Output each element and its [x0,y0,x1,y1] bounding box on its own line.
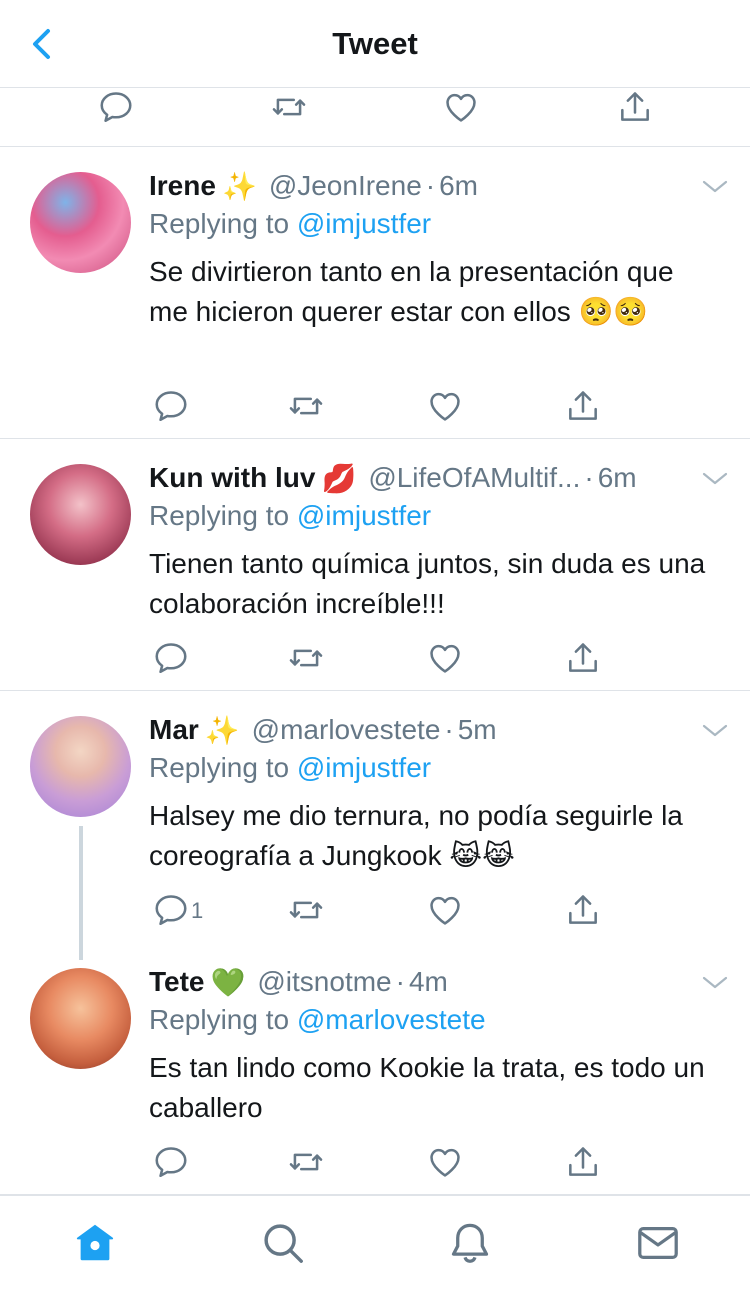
page-title: Tweet [332,26,418,61]
retweet-icon[interactable] [284,384,328,428]
chevron-down-icon[interactable] [700,174,730,198]
retweet-icon[interactable] [284,888,328,932]
share-icon[interactable] [561,1140,605,1184]
display-name[interactable]: Irene [149,170,216,202]
like-icon[interactable] [423,888,467,932]
reply-icon[interactable] [94,85,138,129]
replying-to: Replying to @imjustfer [149,500,431,532]
share-icon[interactable] [561,636,605,680]
avatar[interactable] [30,172,131,273]
like-icon[interactable] [423,1140,467,1184]
timestamp: 6m [439,170,479,201]
like-icon[interactable] [423,384,467,428]
share-icon[interactable] [613,85,657,129]
reply-tweet[interactable]: Kun with luv 💋 @LifeOfAMultif... · 6m Re… [0,440,750,691]
replying-to: Replying to @imjustfer [149,208,431,240]
avatar[interactable] [30,968,131,1069]
messages-icon[interactable] [633,1218,683,1268]
separator-dot: · [444,714,454,745]
name-emoji: 💋 [321,462,357,494]
main-tweet-actions [0,89,750,147]
chevron-down-icon[interactable] [700,970,730,994]
mention-link[interactable]: @imjustfer [297,208,431,239]
avatar[interactable] [30,464,131,565]
reply-tweet[interactable]: Irene ✨ @JeonIrene · 6m Replying to @imj… [0,148,750,439]
replying-prefix: Replying to [149,1004,290,1035]
timestamp: 4m [408,966,448,997]
name-emoji: ✨ [221,170,257,202]
chevron-down-icon[interactable] [700,718,730,742]
share-icon[interactable] [561,384,605,428]
like-icon[interactable] [423,636,467,680]
chevron-down-icon[interactable] [700,466,730,490]
user-handle[interactable]: @LifeOfAMultif... [368,462,580,494]
reply-icon[interactable] [149,888,193,932]
replying-prefix: Replying to [149,208,290,239]
name-emoji: 💚 [210,966,246,998]
retweet-icon[interactable] [284,1140,328,1184]
display-name[interactable]: Mar [149,714,199,746]
separator-dot: · [395,966,405,997]
tweet-text: Es tan lindo como Kookie la trata, es to… [149,1052,705,1123]
replying-to: Replying to @marlovestete [149,1004,486,1036]
reply-tweet[interactable]: Tete 💚 @itsnotme · 4m Replying to @marlo… [0,944,750,1195]
navigation-header: Tweet [0,0,750,88]
retweet-icon[interactable] [267,85,311,129]
tab-bar [0,1195,750,1294]
home-icon[interactable] [70,1218,120,1268]
avatar[interactable] [30,716,131,817]
mention-link[interactable]: @imjustfer [297,752,431,783]
share-icon[interactable] [561,888,605,932]
mention-link[interactable]: @imjustfer [297,500,431,531]
reply-count: 1 [191,898,204,923]
timestamp: 6m [597,462,637,493]
tweet-text: Tienen tanto química juntos, sin duda es… [149,548,706,619]
reply-icon[interactable] [149,384,193,428]
name-emoji: ✨ [204,714,240,746]
user-handle[interactable]: @JeonIrene [269,170,422,202]
reply-icon[interactable] [149,1140,193,1184]
user-handle[interactable]: @itsnotme [257,966,391,998]
reply-icon[interactable] [149,636,193,680]
separator-dot: · [425,170,436,201]
search-icon[interactable] [258,1218,308,1268]
timestamp: 5m [457,714,497,745]
replying-to: Replying to @imjustfer [149,752,431,784]
retweet-icon[interactable] [284,636,328,680]
replying-prefix: Replying to [149,752,290,783]
display-name[interactable]: Tete [149,966,205,998]
separator-dot: · [584,462,594,493]
user-handle[interactable]: @marlovestete [252,714,441,746]
tweet-text: Se divirtieron tanto en la presentación … [149,256,674,327]
like-icon[interactable] [439,85,483,129]
display-name[interactable]: Kun with luv [149,462,315,494]
replying-prefix: Replying to [149,500,290,531]
notifications-icon[interactable] [445,1218,495,1268]
reply-tweet[interactable]: Mar ✨ @marlovestete · 5m Replying to @im… [0,692,750,944]
mention-link[interactable]: @marlovestete [297,1004,486,1035]
tweet-text: Halsey me dio ternura, no podía seguirle… [149,800,683,871]
